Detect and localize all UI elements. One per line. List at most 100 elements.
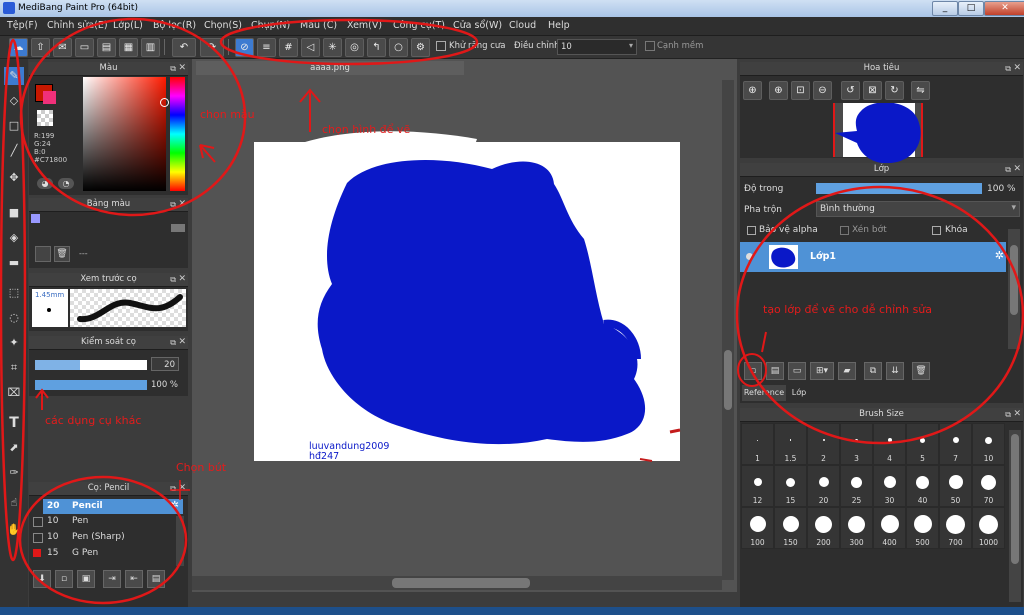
brush-item[interactable]: 10 Pen (Sharp) xyxy=(43,530,183,545)
picker-cursor[interactable] xyxy=(160,98,169,107)
undock-icon[interactable]: ⧉ xyxy=(170,198,176,211)
brush-size-cell[interactable]: 150 xyxy=(774,507,807,549)
panel-icon[interactable]: ▦ xyxy=(119,38,138,57)
flip-icon[interactable]: ⇋ xyxy=(911,81,930,100)
eraser-tool-icon[interactable]: ◇ xyxy=(4,92,24,110)
brush-size-cell[interactable]: 100 xyxy=(741,507,774,549)
menu-capture[interactable]: Chụp(N) xyxy=(251,20,290,31)
brush-size-cell[interactable]: 1.5 xyxy=(774,423,807,465)
ellipse-snap-icon[interactable]: ○ xyxy=(389,38,408,57)
smooth-checkbox[interactable] xyxy=(645,41,655,51)
merge-layer-icon[interactable]: ⇊ xyxy=(886,362,904,380)
select-pen-icon[interactable]: ⌗ xyxy=(4,359,24,377)
antialias-checkbox[interactable] xyxy=(436,41,446,51)
brush-size-cell[interactable]: 500 xyxy=(906,507,939,549)
brush-size-cell[interactable]: 400 xyxy=(873,507,906,549)
gradient-tool-icon[interactable]: ▬ xyxy=(4,254,24,272)
close-icon[interactable]: ✕ xyxy=(178,336,186,349)
zoom-out-icon[interactable]: ⊖ xyxy=(813,81,832,100)
gear-icon[interactable]: ✲ xyxy=(995,249,1004,262)
navigator-thumbnail[interactable] xyxy=(833,103,923,163)
brush-size-cell[interactable]: 7 xyxy=(939,423,972,465)
zoom-tool-icon[interactable]: ☝ xyxy=(4,494,24,512)
layer-row[interactable]: Lớp1 ✲ xyxy=(740,242,1006,272)
adjust-select[interactable]: 10 ▾ xyxy=(557,39,637,55)
rect-select-icon[interactable]: ⬚ xyxy=(4,284,24,302)
close-icon[interactable]: ✕ xyxy=(1013,62,1021,75)
layer-scroll-thumb[interactable] xyxy=(1010,245,1018,315)
brush-size-cell[interactable]: 1000 xyxy=(972,507,1005,549)
zoom-in-2-icon[interactable]: ⊕ xyxy=(769,81,788,100)
size-slider[interactable] xyxy=(35,360,147,370)
hand-tool-icon[interactable]: ✋ xyxy=(4,521,24,539)
brush-size-cell[interactable]: 4 xyxy=(873,423,906,465)
magic-wand-icon[interactable]: ✦ xyxy=(4,334,24,352)
brush-size-scrollbar[interactable] xyxy=(1009,430,1021,602)
brush-size-cell[interactable]: 200 xyxy=(807,507,840,549)
bucket-tool-icon[interactable]: ◈ xyxy=(4,229,24,247)
dot-tool-icon[interactable]: □ xyxy=(4,117,24,135)
tab-reference[interactable]: Reference xyxy=(742,385,786,401)
grid-icon[interactable]: ▥ xyxy=(141,38,160,57)
select-eraser-icon[interactable]: ⌧ xyxy=(4,384,24,402)
parallel-snap-icon[interactable]: ≡ xyxy=(257,38,276,57)
close-icon[interactable]: ✕ xyxy=(178,273,186,286)
layer-scrollbar[interactable] xyxy=(1008,229,1020,349)
menu-help[interactable]: Help xyxy=(548,20,570,31)
lock-checkbox[interactable] xyxy=(932,226,941,235)
fill-rect-tool-icon[interactable]: ■ xyxy=(4,204,24,222)
color-mode-icon[interactable]: ◔ xyxy=(58,178,74,189)
brush-size-cell[interactable]: 300 xyxy=(840,507,873,549)
close-icon[interactable]: ✕ xyxy=(1013,408,1021,421)
transparent-swatch[interactable] xyxy=(37,110,53,126)
brush-size-cell[interactable]: 50 xyxy=(939,465,972,507)
close-button[interactable]: ✕ xyxy=(984,1,1024,16)
folder-icon[interactable]: ▰ xyxy=(838,362,856,380)
undock-icon[interactable]: ⧉ xyxy=(1005,163,1011,176)
brush-size-cell[interactable]: 10 xyxy=(972,423,1005,465)
background-color-swatch[interactable] xyxy=(43,91,56,104)
brush-size-scroll-thumb[interactable] xyxy=(1011,434,1019,564)
hscroll-thumb[interactable] xyxy=(392,578,530,588)
undock-icon[interactable]: ⧉ xyxy=(170,336,176,349)
menu-edit[interactable]: Chỉnh sửa(E) xyxy=(47,20,108,31)
brush-item[interactable]: 15 G Pen xyxy=(43,546,183,561)
minimize-button[interactable]: _ xyxy=(932,1,958,16)
close-icon[interactable]: ✕ xyxy=(178,482,186,495)
trash-icon[interactable]: 🗑 xyxy=(912,362,930,380)
brush-size-cell[interactable]: 30 xyxy=(873,465,906,507)
perspective-icon[interactable]: ◁ xyxy=(301,38,320,57)
menu-file[interactable]: Tệp(F) xyxy=(7,20,38,31)
brush-size-cell[interactable]: 700 xyxy=(939,507,972,549)
trash-icon[interactable]: 🗑 xyxy=(54,246,70,262)
opacity-slider[interactable] xyxy=(35,380,147,390)
reset-icon[interactable]: ⊠ xyxy=(863,81,882,100)
brush-tool-icon[interactable]: ✎ xyxy=(4,67,24,85)
redo-icon[interactable]: ↷ xyxy=(200,38,224,57)
page-icon[interactable]: ▤ xyxy=(97,38,116,57)
maximize-button[interactable]: □ xyxy=(958,1,984,16)
new-palette-icon[interactable] xyxy=(35,246,51,262)
undock-icon[interactable]: ⧉ xyxy=(1005,408,1011,421)
circle-snap-icon[interactable]: ◎ xyxy=(345,38,364,57)
copy-brush-icon[interactable]: ▣ xyxy=(77,570,95,588)
menu-select[interactable]: Chọn(S) xyxy=(204,20,242,31)
menu-filter[interactable]: Bộ lọc(R) xyxy=(153,20,196,31)
gear-icon[interactable]: ✲ xyxy=(171,500,179,511)
brush-list-scrollbar[interactable] xyxy=(176,516,184,566)
share-icon[interactable]: ⇧ xyxy=(31,38,50,57)
close-icon[interactable]: ✕ xyxy=(178,62,186,75)
gear-icon[interactable]: ⚙ xyxy=(411,38,430,57)
undock-icon[interactable]: ⧉ xyxy=(170,482,176,495)
menu-tools[interactable]: Công cụ(T) xyxy=(393,20,445,31)
fit-icon[interactable]: ⊡ xyxy=(791,81,810,100)
eye-icon[interactable] xyxy=(746,253,753,260)
move-tool-icon[interactable]: ✥ xyxy=(4,169,24,187)
no-snap-icon[interactable]: ⊘ xyxy=(235,38,254,57)
undock-icon[interactable]: ⧉ xyxy=(170,273,176,286)
brush-item[interactable]: 10 Pen xyxy=(43,514,183,529)
import-brush-icon[interactable]: ⇥ xyxy=(103,570,121,588)
duplicate-layer-icon[interactable]: ⧉ xyxy=(864,362,882,380)
hue-slider[interactable] xyxy=(170,77,185,191)
grid-snap-icon[interactable]: # xyxy=(279,38,298,57)
